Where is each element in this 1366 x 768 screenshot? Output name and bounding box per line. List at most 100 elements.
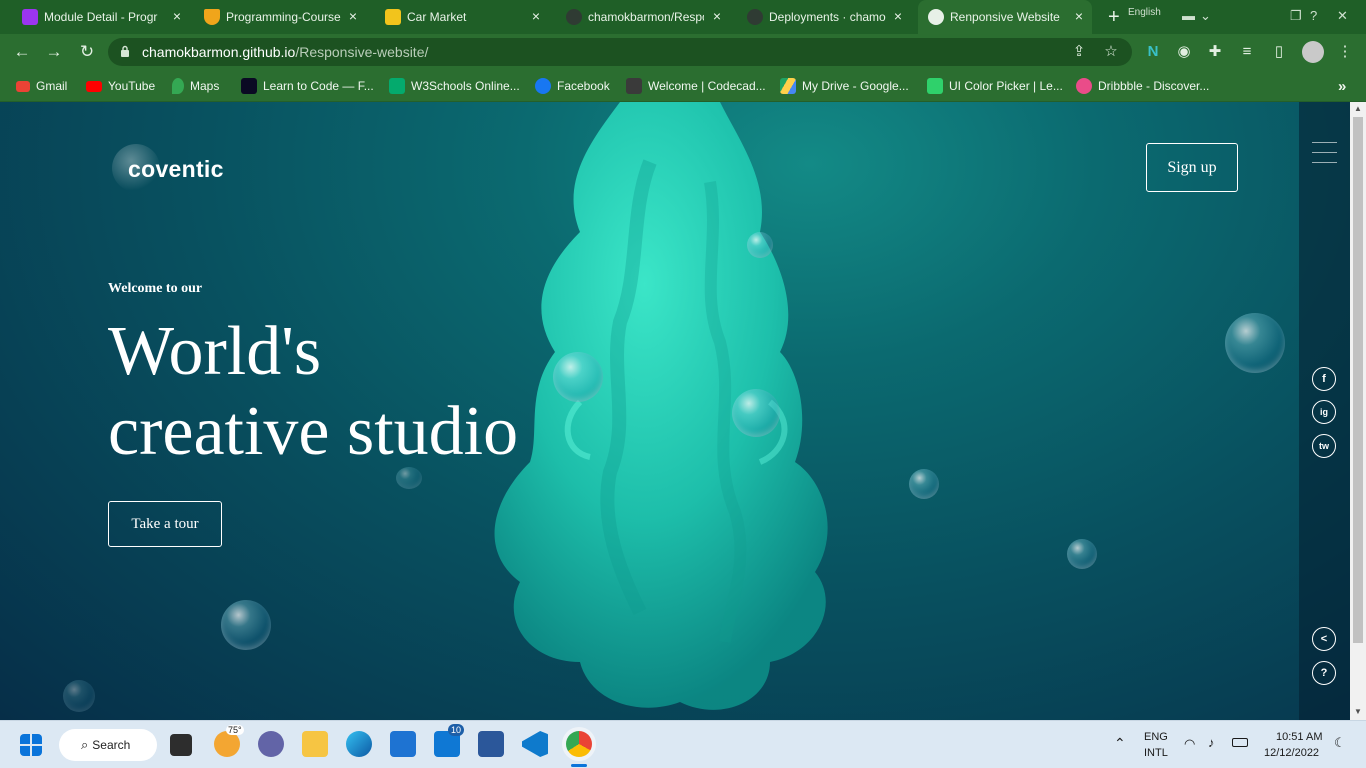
facebook-icon[interactable]: f [1312, 367, 1336, 391]
bookmark-ui-color-picker[interactable]: UI Color Picker | Le... [927, 78, 1063, 94]
show-hidden-icons-icon[interactable]: ⌃ [1114, 735, 1126, 752]
bookmark-freecodecamp[interactable]: Learn to Code — F... [241, 78, 374, 94]
extension-n-icon[interactable]: N [1144, 43, 1162, 61]
instagram-glyph: ig [1320, 407, 1328, 417]
bookmark-google-drive[interactable]: My Drive - Google... [780, 78, 909, 94]
chevron-down-icon[interactable]: ⌄ [1200, 8, 1211, 24]
share-icon[interactable]: ⇪ [1070, 43, 1088, 61]
dribbble-icon [1076, 78, 1092, 94]
ink-smoke-illustration [494, 102, 828, 710]
scroll-down-arrow[interactable]: ▼ [1353, 707, 1363, 717]
sign-up-button[interactable]: Sign up [1146, 143, 1238, 192]
globe-icon [928, 9, 944, 25]
twitter-icon[interactable]: tw [1312, 434, 1336, 458]
bookmark-label: Learn to Code — F... [263, 79, 374, 93]
lock-icon [121, 45, 129, 57]
windows-start-icon[interactable] [20, 734, 42, 756]
site-logo[interactable]: coventic [112, 144, 224, 194]
mail-icon[interactable]: 10 [434, 724, 465, 757]
chrome-icon[interactable] [566, 731, 592, 757]
bubble-decoration [63, 680, 95, 712]
file-explorer-icon[interactable] [302, 731, 328, 757]
logo-text: coventic [128, 155, 224, 182]
clock-date[interactable]: 12/12/2022 [1264, 747, 1319, 759]
bookmark-dribbble[interactable]: Dribbble - Discover... [1076, 78, 1209, 94]
weather-widget[interactable]: 75° [214, 725, 244, 757]
puzzle-icon[interactable]: ✚ [1206, 43, 1224, 61]
bubble-decoration [221, 600, 271, 650]
take-a-tour-button[interactable]: Take a tour [108, 501, 222, 547]
hamburger-menu-icon[interactable] [1312, 142, 1337, 166]
word-icon[interactable] [478, 731, 504, 757]
bubble-decoration [909, 469, 939, 499]
help-icon[interactable]: ? [1312, 661, 1336, 685]
media-icon[interactable]: ≡ [1238, 43, 1256, 61]
address-bar[interactable]: chamokbarmon.github.io/Responsive-websit… [108, 38, 1132, 66]
bookmark-youtube[interactable]: YouTube [86, 78, 155, 94]
bookmark-label: Maps [190, 79, 220, 93]
github-icon [747, 9, 763, 25]
bookmark-maps[interactable]: Maps [172, 78, 219, 94]
tab-label: Programming-Course [226, 10, 341, 24]
scroll-up-arrow[interactable]: ▲ [1353, 104, 1363, 114]
taskbar-search[interactable]: ⌕ Search [59, 729, 157, 761]
tab-programming-course[interactable]: Programming-Course × [204, 0, 366, 34]
close-tab-icon[interactable]: × [346, 9, 360, 23]
tab-deployments[interactable]: Deployments · chamo × [747, 0, 911, 34]
menu-icon[interactable]: ⋮ [1336, 43, 1354, 61]
vscode-icon[interactable] [522, 731, 548, 757]
minimize-icon[interactable]: ▬ [1182, 8, 1195, 23]
close-tab-icon[interactable]: × [710, 9, 724, 23]
notification-moon-icon[interactable]: ☾ [1334, 735, 1346, 751]
bookmark-facebook[interactable]: Facebook [535, 78, 610, 94]
store-icon[interactable] [390, 731, 416, 757]
new-tab-button[interactable]: + [1108, 7, 1120, 27]
tab-responsive-website[interactable]: Renponsive Website × [918, 0, 1092, 34]
share-icon[interactable]: < [1312, 627, 1336, 651]
battery-icon[interactable] [1232, 738, 1248, 747]
forward-icon[interactable]: → [44, 42, 64, 62]
page-viewport: coventic Sign up Welcome to our World's … [0, 102, 1350, 720]
bookmark-label: YouTube [108, 79, 156, 93]
tab-github-repo[interactable]: chamokbarmon/Respo × [566, 0, 730, 34]
tab-label: Renponsive Website [950, 10, 1060, 24]
close-tab-icon[interactable]: × [170, 9, 184, 23]
tab-label: Car Market [407, 10, 467, 24]
restore-icon[interactable]: ❐ [1290, 8, 1302, 24]
instagram-icon[interactable]: ig [1312, 400, 1336, 424]
clock-time[interactable]: 10:51 AM [1276, 731, 1322, 743]
bookmark-w3schools[interactable]: W3Schools Online... [389, 78, 520, 94]
search-label: Search [92, 738, 131, 752]
bookmark-label: UI Color Picker | Le... [949, 79, 1063, 93]
bookmark-label: Facebook [557, 79, 610, 93]
lang-line2[interactable]: INTL [1144, 747, 1168, 759]
close-tab-icon[interactable]: × [529, 9, 543, 23]
tab-car-market[interactable]: Car Market × [385, 0, 549, 34]
chat-icon[interactable] [258, 731, 284, 757]
edge-icon[interactable] [346, 731, 372, 757]
back-icon[interactable]: ← [12, 42, 32, 62]
tab-module-detail[interactable]: Module Detail - Progr × [22, 0, 190, 34]
star-icon[interactable]: ☆ [1102, 43, 1120, 61]
language-indicator: English [1128, 7, 1161, 18]
lang-line1[interactable]: ENG [1144, 731, 1168, 743]
scrollbar-thumb[interactable] [1353, 117, 1363, 643]
more-bookmarks-button[interactable]: » [1338, 78, 1346, 95]
avatar[interactable] [1302, 41, 1324, 63]
sidepanel-icon[interactable]: ▯ [1270, 43, 1288, 61]
task-view-icon[interactable] [170, 734, 192, 756]
url-host: chamokbarmon.github.io [142, 44, 296, 60]
wifi-icon[interactable]: ◠ [1184, 736, 1195, 752]
help-glyph: ? [1320, 667, 1328, 679]
help-icon[interactable]: ? [1310, 8, 1317, 23]
bookmark-codecademy[interactable]: Welcome | Codecad... [626, 78, 766, 94]
reload-icon[interactable]: ↻ [77, 42, 97, 62]
close-tab-icon[interactable]: × [891, 9, 905, 23]
close-window-icon[interactable]: ✕ [1337, 8, 1348, 24]
close-tab-icon[interactable]: × [1072, 9, 1086, 23]
bookmark-gmail[interactable]: Gmail [16, 78, 67, 94]
mail-badge: 10 [448, 724, 465, 736]
bookmarks-bar: Gmail YouTube Maps Learn to Code — F... … [0, 70, 1366, 102]
volume-icon[interactable]: ♪ [1208, 735, 1215, 750]
extension-circle-icon[interactable]: ◉ [1175, 43, 1193, 61]
